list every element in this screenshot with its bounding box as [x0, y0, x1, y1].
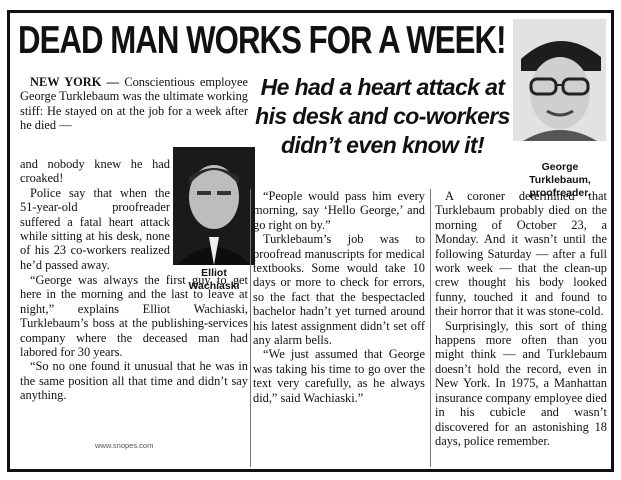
paragraph: “People would pass him every morning, sa…	[253, 189, 425, 232]
caption-line: George	[541, 161, 579, 173]
paragraph: and nobody knew he had croaked!	[20, 157, 170, 186]
caption-line: Turklebaum,	[529, 174, 591, 186]
dateline: NEW YORK —	[30, 75, 120, 89]
article-column-2: “People would pass him every morning, sa…	[253, 189, 425, 405]
elliot-photo	[173, 147, 255, 265]
george-portrait-icon	[513, 19, 606, 141]
deck-line: his desk and co-workers	[255, 103, 510, 129]
article-column-1-mid: and nobody knew he had croaked! Police s…	[20, 157, 170, 272]
news-clipping: DEAD MAN WORKS FOR A WEEK! George Turkle…	[7, 10, 614, 472]
source-credit: www.snopes.com	[95, 441, 154, 450]
deck-line: didn’t even know it!	[280, 132, 485, 158]
column-divider	[250, 189, 251, 467]
paragraph: “So no one found it unusual that he was …	[20, 359, 248, 403]
article-column-3: A coroner determined that Turklebaum pro…	[435, 189, 607, 448]
paragraph: “We just assumed that George was taking …	[253, 347, 425, 405]
column-divider	[430, 189, 431, 467]
paragraph: Surprisingly, this sort of thing happens…	[435, 318, 607, 448]
article-column-1-top: NEW YORK — Conscientious employee George…	[20, 75, 248, 133]
elliot-portrait-icon	[173, 147, 255, 265]
page: DEAD MAN WORKS FOR A WEEK! George Turkle…	[0, 0, 621, 480]
paragraph: Police say that when the 51-year-old pro…	[20, 185, 170, 272]
article-column-1-bottom: “George was always the first guy to get …	[20, 273, 248, 403]
subheadline: He had a heart attack at his desk and co…	[250, 73, 515, 160]
headline: DEAD MAN WORKS FOR A WEEK!	[18, 19, 506, 62]
george-photo	[513, 19, 606, 141]
paragraph: A coroner determined that Turklebaum pro…	[435, 189, 607, 319]
deck-line: He had a heart attack at	[260, 74, 505, 100]
paragraph: “George was always the first guy to get …	[20, 273, 248, 360]
paragraph: Turklebaum’s job was to proofread manusc…	[253, 232, 425, 348]
